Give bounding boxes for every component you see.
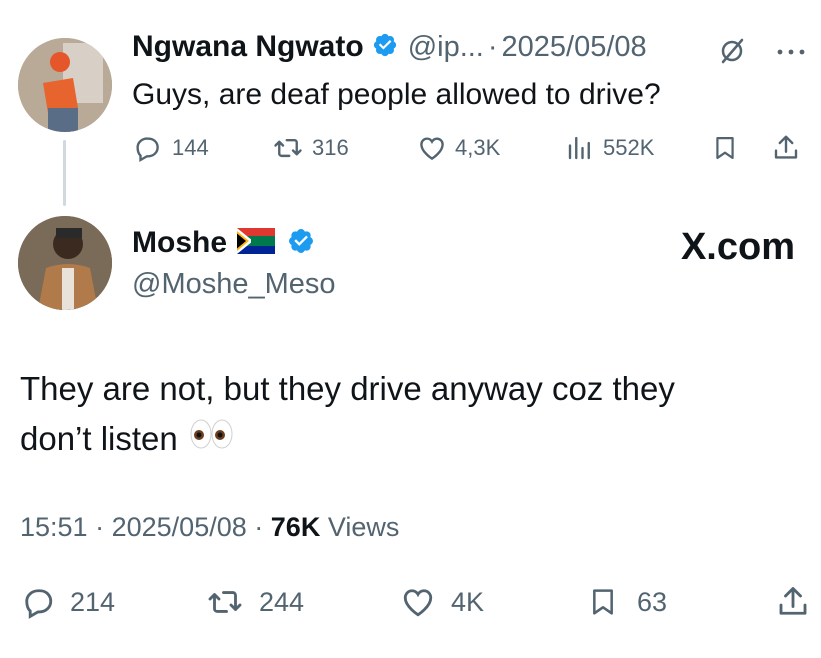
thread-line <box>63 140 66 206</box>
reply-meta: 15:51 · 2025/05/08 · 76K Views <box>20 512 399 543</box>
original-tweet-date[interactable]: 2025/05/08 <box>502 31 647 64</box>
original-like-button[interactable]: 4,3K <box>417 133 565 163</box>
reply-author-handle[interactable]: @Moshe_Meso <box>132 268 336 301</box>
reply-retweet-count: 244 <box>259 586 305 617</box>
share-icon[interactable] <box>775 584 811 620</box>
reply-like-button[interactable]: 4K <box>399 584 587 620</box>
reply-tweet-text-line2: don’t listen <box>20 420 178 457</box>
reply-tweet-text-line1: They are not, but they drive anyway coz … <box>20 370 675 407</box>
original-reply-count: 144 <box>172 135 209 160</box>
original-tweet-header: Ngwana Ngwato @ip... · 2025/05/08 <box>132 30 647 64</box>
reply-icon <box>132 133 162 163</box>
original-author-name[interactable]: Ngwana Ngwato <box>132 30 364 64</box>
more-icon[interactable] <box>776 44 806 62</box>
retweet-icon <box>205 584 245 620</box>
reply-like-count: 4K <box>451 586 485 617</box>
separator-dot: · <box>254 512 264 542</box>
watermark: X.com <box>680 226 795 268</box>
reply-reply-count: 214 <box>70 586 116 617</box>
like-icon <box>417 133 447 163</box>
separator-dot: · <box>487 30 498 63</box>
share-icon[interactable] <box>771 133 801 163</box>
like-icon <box>399 584 437 620</box>
avatar-ngwana[interactable] <box>18 38 112 132</box>
grok-icon[interactable] <box>717 36 747 71</box>
reply-views-label: Views <box>327 512 400 542</box>
verified-badge-icon <box>287 227 315 260</box>
reply-tweet-header: Moshe <box>132 226 315 260</box>
reply-bookmark-count: 63 <box>637 586 668 617</box>
views-icon <box>565 133 595 163</box>
separator-dot: · <box>95 512 105 542</box>
original-action-bar: 144 316 4,3K 552K <box>132 133 801 163</box>
reply-bookmark-button[interactable]: 63 <box>587 584 775 620</box>
original-author-handle[interactable]: @ip... <box>408 31 484 64</box>
eyes-emoji <box>190 414 234 464</box>
original-like-count: 4,3K <box>455 135 501 160</box>
reply-date[interactable]: 2025/05/08 <box>112 512 247 542</box>
south-africa-flag-icon <box>237 227 276 259</box>
reply-retweet-button[interactable]: 244 <box>205 584 399 620</box>
original-tweet-text: Guys, are deaf people allowed to drive? <box>132 78 661 111</box>
retweet-icon <box>272 133 304 163</box>
bookmark-icon <box>587 584 619 620</box>
reply-action-bar: 214 244 4K 63 <box>20 584 811 620</box>
original-reply-button[interactable]: 144 <box>132 133 272 163</box>
reply-views-count: 76K <box>270 512 321 542</box>
reply-tweet-text-line2-wrap: don’t listen <box>20 414 234 464</box>
bookmark-icon[interactable] <box>711 133 771 163</box>
original-views-button[interactable]: 552K <box>565 133 711 163</box>
reply-icon <box>20 584 56 620</box>
original-retweet-count: 316 <box>312 135 349 160</box>
original-retweet-button[interactable]: 316 <box>272 133 417 163</box>
original-views-count: 552K <box>603 135 655 160</box>
avatar-moshe[interactable] <box>18 216 112 310</box>
reply-time[interactable]: 15:51 <box>20 512 88 542</box>
verified-badge-icon <box>372 32 398 63</box>
reply-author-name[interactable]: Moshe <box>132 226 227 260</box>
reply-reply-button[interactable]: 214 <box>20 584 205 620</box>
